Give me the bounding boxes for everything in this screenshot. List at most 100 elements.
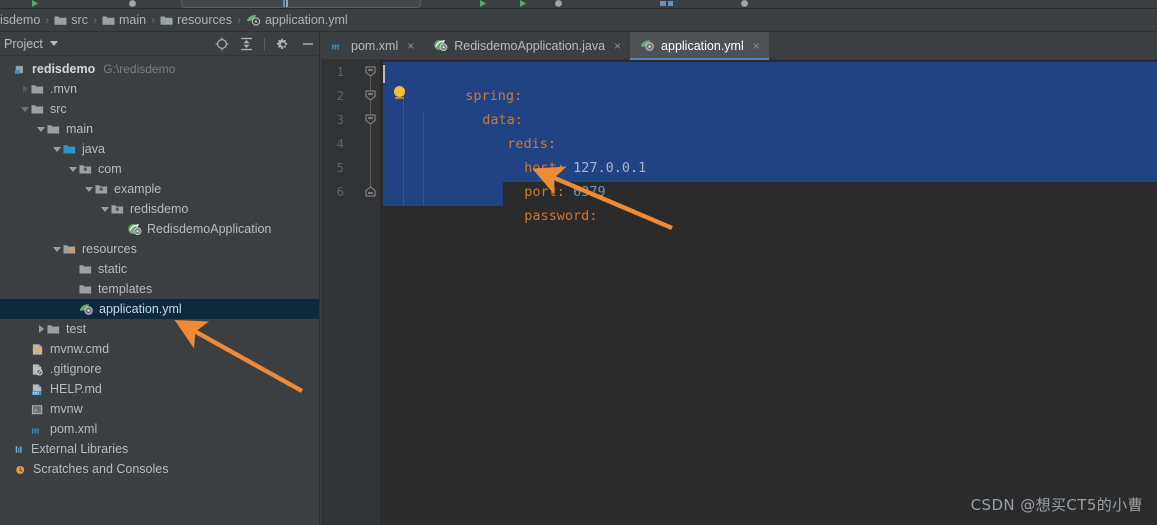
twisty-collapsed-icon[interactable] [22, 85, 28, 93]
collapse-all-icon[interactable] [240, 37, 253, 51]
toolbar-icon-g[interactable] [660, 0, 674, 6]
twisty-expanded-icon[interactable] [53, 246, 61, 252]
tree-item-redisdemoapplication[interactable]: RedisdemoApplication [0, 219, 319, 239]
breadcrumb-item-2[interactable]: main [102, 13, 146, 27]
close-icon[interactable]: × [407, 39, 414, 53]
caret-down-icon[interactable] [49, 41, 58, 46]
tree-twisty[interactable] [35, 119, 47, 139]
tree-item-application-yml[interactable]: application.yml [0, 299, 319, 319]
twisty-expanded-icon[interactable] [101, 206, 109, 212]
settings-gear-icon[interactable] [276, 37, 290, 51]
tree-twisty[interactable] [19, 379, 31, 399]
twisty-collapsed-icon[interactable] [38, 325, 44, 333]
tree-twisty[interactable] [3, 59, 15, 79]
toolbar-icon-e[interactable] [518, 0, 527, 7]
tree-item-com[interactable]: com [0, 159, 319, 179]
tree-twisty[interactable] [19, 79, 31, 99]
scratches-icon [15, 463, 28, 476]
tree-twisty[interactable] [67, 299, 79, 319]
code-content[interactable]: spring: data: redis: host: 127.0.0.1 por… [380, 60, 1157, 525]
tree-item-java[interactable]: java [0, 139, 319, 159]
main-toolbar-strip [0, 0, 1157, 9]
editor-tab-application-yml[interactable]: application.yml × [630, 32, 769, 60]
code-line-2[interactable]: data: [401, 84, 523, 128]
toolbar-icon-h[interactable] [740, 0, 749, 7]
twisty-expanded-icon[interactable] [37, 126, 45, 132]
tree-item-redisdemo[interactable]: redisdemo [0, 199, 319, 219]
tree-twisty[interactable] [19, 359, 31, 379]
tree-item-static[interactable]: static [0, 259, 319, 279]
close-icon[interactable]: × [753, 39, 760, 53]
tree-item-help-md[interactable]: MD HELP.md [0, 379, 319, 399]
tree-twisty[interactable] [51, 139, 63, 159]
editor-tab-bar[interactable]: m pom.xml × RedisdemoApplication.java × appli… [321, 32, 1157, 60]
tree-item-redisdemo[interactable]: redisdemo G:\redisdemo [0, 59, 319, 79]
tree-item-mvnw[interactable]: > mvnw [0, 399, 319, 419]
tree-twisty[interactable] [67, 279, 79, 299]
tree-item-templates[interactable]: templates [0, 279, 319, 299]
code-line-6[interactable]: password: [443, 180, 597, 224]
code-line-1[interactable]: spring: [384, 60, 522, 104]
tree-item-mvnw-cmd[interactable]: mvnw.cmd [0, 339, 319, 359]
tree-item-external-libraries[interactable]: External Libraries [0, 439, 319, 459]
tree-item-example[interactable]: example [0, 179, 319, 199]
toolbar-icon-b[interactable] [128, 0, 137, 7]
breadcrumb-item-1[interactable]: src [54, 13, 88, 27]
toolbar-icon-d[interactable] [478, 0, 487, 7]
fold-marker-open[interactable] [365, 66, 376, 77]
fold-marker-open[interactable] [365, 90, 376, 101]
twisty-expanded-icon[interactable] [21, 106, 29, 112]
breadcrumb: isdemo › src › main › resources › applic… [0, 9, 1157, 32]
breadcrumb-item-3[interactable]: resources [160, 13, 232, 27]
tree-item-mvn[interactable]: .mvn [0, 79, 319, 99]
tree-item-main[interactable]: main [0, 119, 319, 139]
tree-item-src[interactable]: src [0, 99, 319, 119]
twisty-expanded-icon[interactable] [53, 146, 61, 152]
tree-twisty[interactable] [35, 319, 47, 339]
tree-twisty[interactable] [67, 159, 79, 179]
line-number: 5 [336, 160, 344, 175]
tree-twisty[interactable] [19, 419, 31, 439]
tree-twisty[interactable] [51, 239, 63, 259]
editor-tab-redisdemoapplication-java[interactable]: RedisdemoApplication.java × [423, 32, 631, 59]
toolbar-icon-f[interactable] [554, 0, 563, 7]
code-line-4[interactable]: host: 127.0.0.1 [443, 132, 646, 176]
tree-twisty[interactable] [19, 339, 31, 359]
toolbar-icon-a[interactable] [30, 0, 39, 7]
tree-item-resources[interactable]: resources [0, 239, 319, 259]
project-tree[interactable]: redisdemo G:\redisdemo .mvn src main java com e… [0, 56, 319, 479]
tree-item-label: HELP.md [50, 382, 102, 396]
editor-tab-pom-xml[interactable]: m pom.xml × [321, 32, 424, 59]
tree-twisty[interactable] [19, 399, 31, 419]
breadcrumb-item-4[interactable]: application.yml [246, 13, 348, 27]
tree-item-pom-xml[interactable]: m pom.xml [0, 419, 319, 439]
tree-twisty[interactable] [83, 179, 95, 199]
tree-twisty[interactable] [99, 199, 111, 219]
toolbar-icon-c[interactable] [283, 0, 288, 7]
tree-twisty[interactable] [67, 259, 79, 279]
fold-marker-open[interactable] [365, 114, 376, 125]
tree-item-gitignore[interactable]: .gitignore [0, 359, 319, 379]
tree-item-test[interactable]: test [0, 319, 319, 339]
tree-twisty[interactable] [19, 99, 31, 119]
twisty-expanded-icon[interactable] [69, 166, 77, 172]
tree-twisty[interactable] [3, 439, 15, 459]
fold-marker-end[interactable] [365, 186, 376, 197]
twisty-expanded-icon[interactable] [85, 186, 93, 192]
project-panel-title[interactable]: Project [4, 37, 43, 51]
close-icon[interactable]: × [614, 39, 621, 53]
tree-item-scratches-and-consoles[interactable]: Scratches and Consoles [0, 459, 319, 479]
code-line-3[interactable]: redis: [426, 108, 556, 152]
select-opened-file-icon[interactable] [215, 37, 229, 51]
tree-twisty[interactable] [115, 219, 127, 239]
breadcrumb-item-0[interactable]: isdemo [0, 13, 40, 27]
editor-gutter[interactable]: 1 2 3 4 5 6 [321, 60, 380, 525]
code-line-5[interactable]: port: 6379 [443, 156, 605, 200]
code-editor[interactable]: 1 2 3 4 5 6 spring: data: redis: host: 1… [321, 60, 1157, 525]
tree-item-label: java [82, 142, 105, 156]
breadcrumb-separator: › [92, 13, 97, 27]
run-configuration-selector[interactable] [181, 0, 421, 8]
hide-panel-icon[interactable] [301, 37, 315, 51]
intention-bulb-icon[interactable] [394, 86, 405, 97]
tree-twisty[interactable] [3, 459, 15, 479]
